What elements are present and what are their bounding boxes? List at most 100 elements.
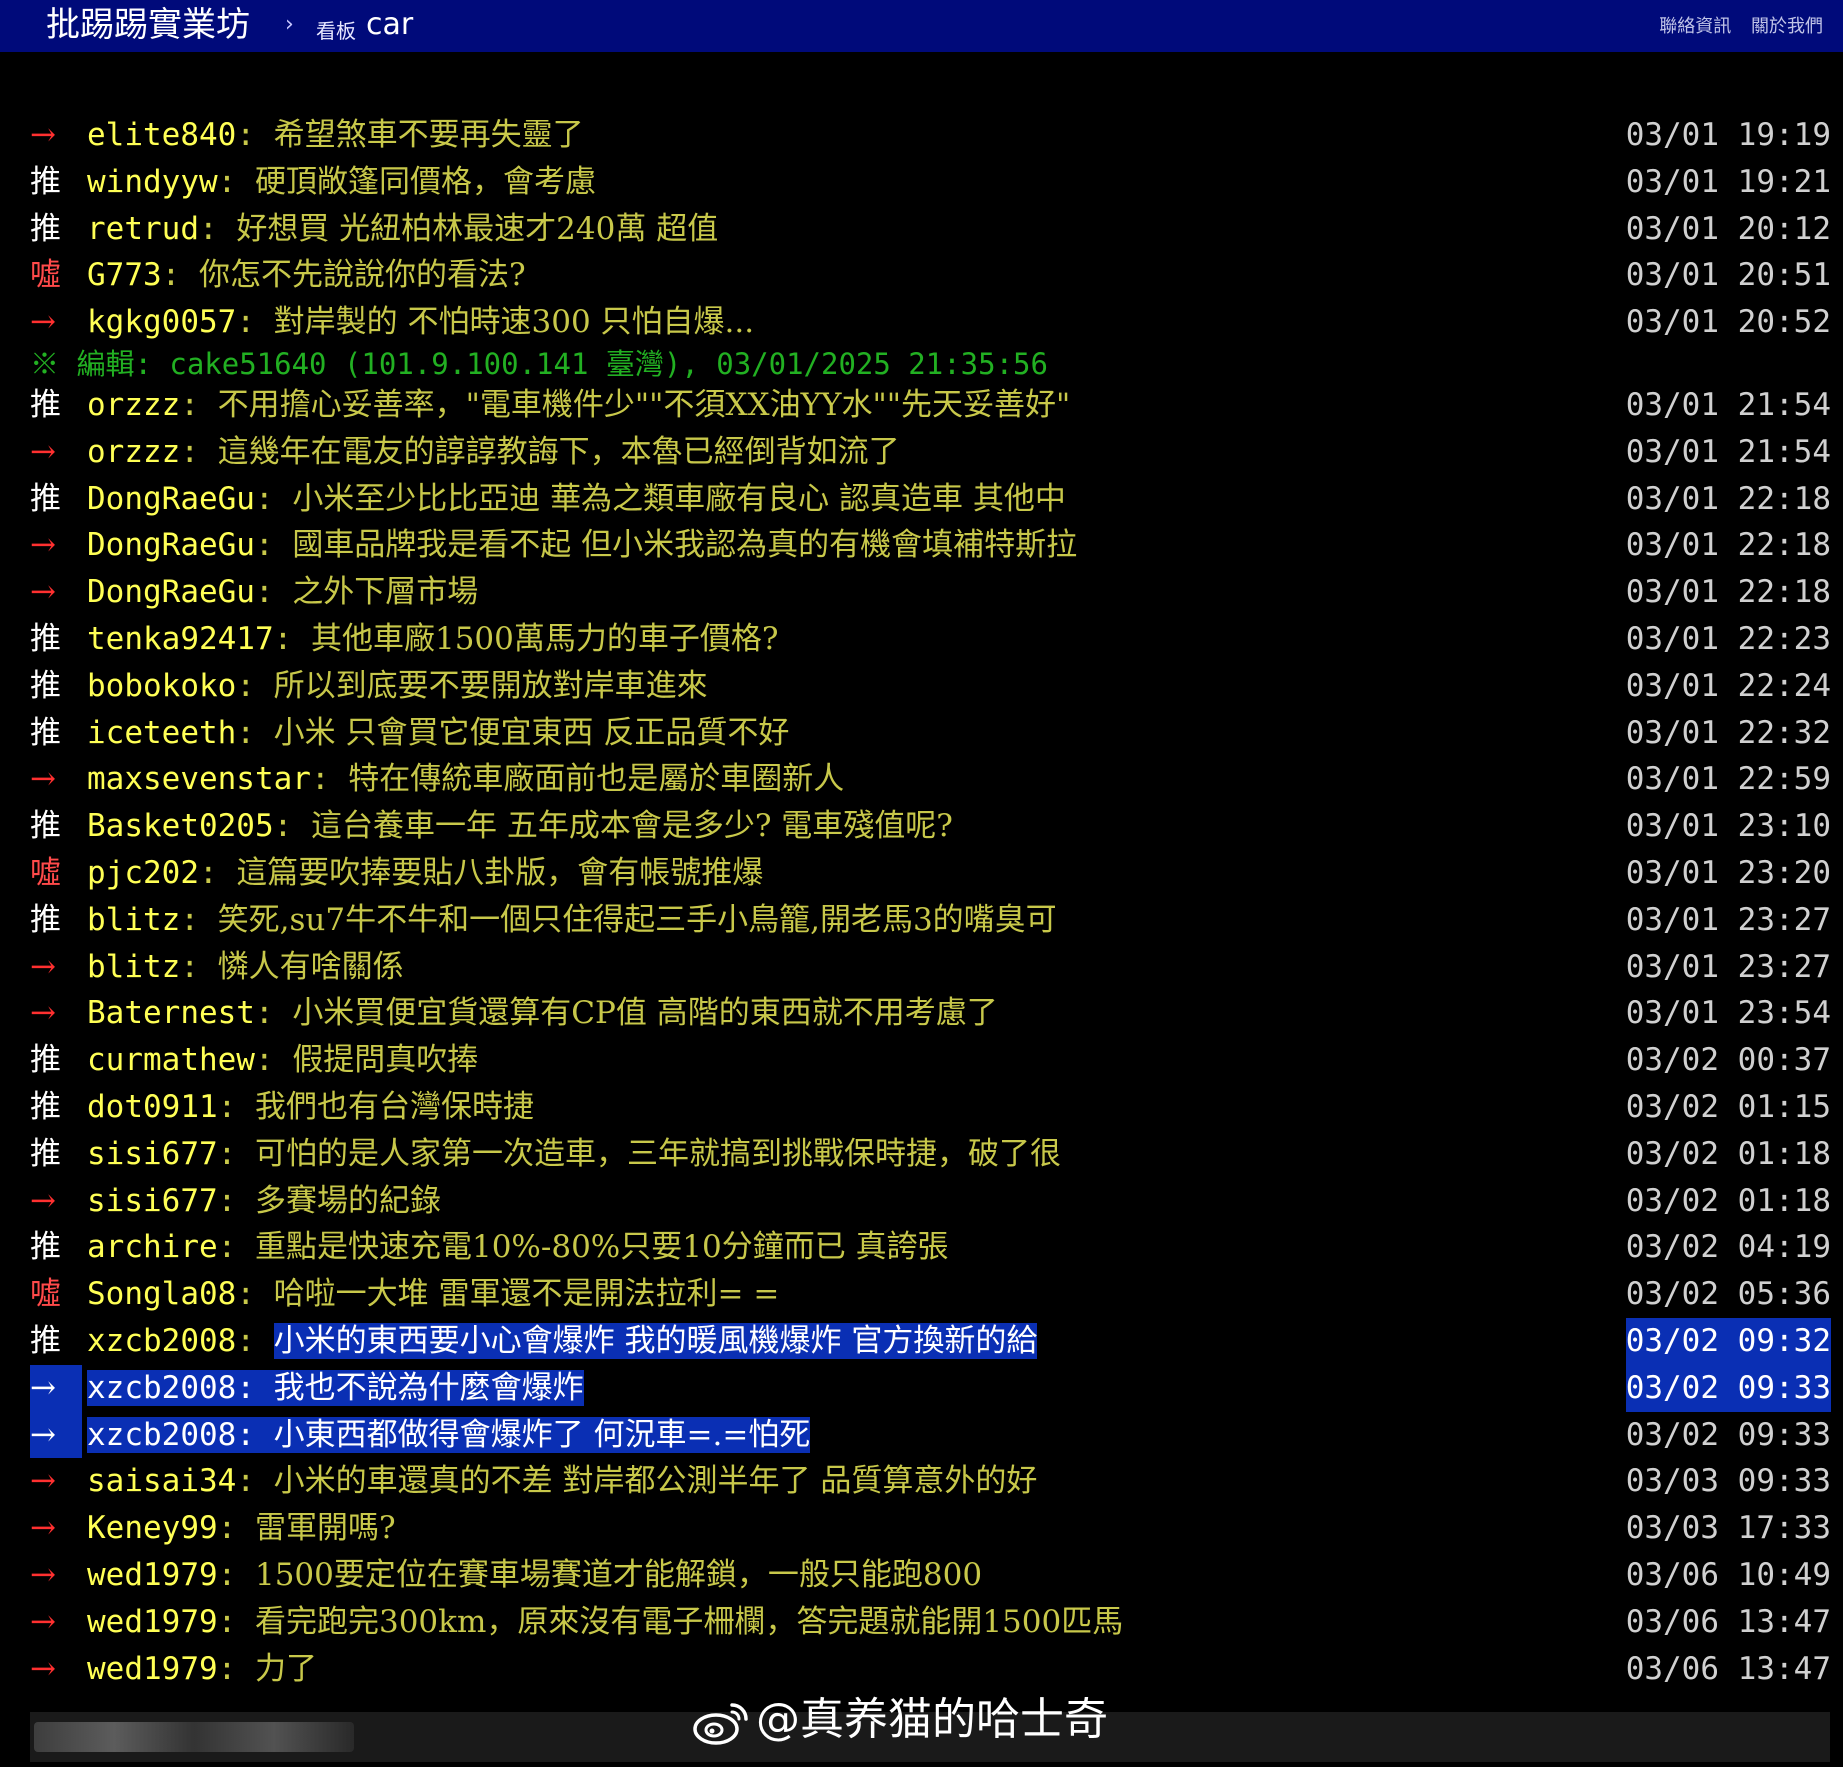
comment-message: 我們也有台灣保時捷 [254,1088,534,1125]
comment-time: 03/01 23:10 [1625,808,1831,845]
breadcrumb-board-name[interactable]: car [366,7,413,42]
comment-colon: : [254,1042,293,1079]
comment-userid[interactable]: blitz [87,902,180,938]
comment-userid[interactable]: curmathew [87,1042,255,1078]
comment-user: xzcb2008: 小東西都做得會爆炸了 何況車=.=怕死 [87,1412,811,1459]
comment-message: 特在傳統車廠面前也是屬於車圈新人 [348,761,845,798]
comment-row: → orzzz: 這幾年在電友的諄諄教誨下，本魯已經倒背如流了 03/01 21:5… [0,429,1843,476]
comment-userid[interactable]: orzzz [87,387,180,423]
site-title[interactable]: 批踢踢實業坊 [46,4,250,46]
comment-userid[interactable]: kgkg0057 [87,304,236,340]
comment-row: 噓 pjc202: 這篇要吹捧要貼八卦版，會有帳號推爆 03/01 23:20 [0,850,1843,897]
comment-time: 03/01 22:32 [1625,714,1831,751]
comment-userid[interactable]: blitz [87,949,180,985]
comment-tag: → [30,433,56,470]
comment-row: 噓 Songla08: 哈啦一大堆 雷軍還不是開法拉利= = 03/02 05:36 [0,1271,1843,1318]
comment-userid[interactable]: iceteeth [87,715,236,751]
comment-tag: → [30,1510,56,1547]
comment-userid[interactable]: Keney99 [87,1510,218,1546]
comment-tag: → [30,1650,56,1687]
comment-user: tenka92417: 其他車廠1500萬馬力的車子價格? [87,616,778,663]
comment-userid[interactable]: windyyw [87,164,218,200]
comment-colon: : [236,117,274,153]
comment-colon: : [161,257,199,294]
comment-user: curmathew: 假提問真吹捧 [87,1037,478,1084]
comment-row: → Keney99: 雷軍開嗎? 03/03 17:33 [0,1505,1843,1552]
comment-userid[interactable]: Songla08 [87,1276,236,1312]
comment-tag: 推 [30,163,61,200]
comment-row: 推 sisi677: 可怕的是人家第一次造車，三年就搞到挑戰保時捷，破了很 03/0… [0,1131,1843,1178]
comment-row: → saisai34: 小米的車還真的不差 對岸都公測半年了 品質算意外的好 03/… [0,1458,1843,1505]
comment-userid[interactable]: retrud [87,211,199,247]
comment-colon: : [217,1556,255,1593]
comment-userid[interactable]: dot0911 [87,1089,218,1125]
comment-userid[interactable]: Baternest [87,995,255,1031]
comment-row: → DongRaeGu: 國車品牌我是看不起 但小米我認為真的有機會填補特斯拉 03… [0,522,1843,569]
comment-user: pjc202: 這篇要吹捧要貼八卦版，會有帳號推爆 [87,850,763,897]
comment-colon: : [180,433,218,470]
comment-user: saisai34: 小米的車還真的不差 對岸都公測半年了 品質算意外的好 [87,1458,1037,1505]
comment-userid[interactable]: elite840 [87,117,236,153]
about-link[interactable]: 關於我們 [1751,16,1823,37]
comment-userid[interactable]: wed1979 [87,1557,218,1593]
comment-userid[interactable]: sisi677 [87,1183,218,1219]
comment-list: → elite840: 希望煞車不要再失靈了 03/01 19:19 推 windyyw… [0,112,1843,1692]
comment-row: → xzcb2008: 小東西都做得會爆炸了 何況車=.=怕死 03/02 09:3… [0,1411,1843,1459]
comment-userid[interactable]: wed1979 [87,1604,218,1640]
comment-userid[interactable]: sisi677 [87,1136,218,1172]
comment-userid[interactable]: xzcb2008 [87,1369,237,1406]
comment-tag: → [30,1603,56,1640]
comment-message: 這幾年在電友的諄諄教誨下，本魯已經倒背如流了 [217,433,900,470]
comment-tag: 推 [30,480,61,517]
comment-message: 小米至少比比亞迪 華為之類車廠有良心 認真造車 其他中 [292,480,1066,517]
comment-user: G773: 你怎不先說說你的看法? [87,252,526,299]
comment-user: Songla08: 哈啦一大堆 雷軍還不是開法拉利= = [87,1271,779,1318]
comment-time: 03/02 01:18 [1625,1135,1831,1172]
comment-row: → wed1979: 1500要定位在賽車場賽道才能解鎖，一般只能跑800 03/0… [0,1552,1843,1599]
comment-tag: → [30,117,56,153]
comment-row: → maxsevenstar: 特在傳統車廠面前也是屬於車圈新人 03/01 22:… [0,756,1843,803]
comment-time: 03/01 19:21 [1625,163,1831,200]
comment-userid[interactable]: xzcb2008 [87,1323,236,1359]
comment-userid[interactable]: pjc202 [87,855,199,891]
comment-userid[interactable]: xzcb2008 [87,1416,237,1453]
comment-time: 03/01 22:24 [1625,667,1831,704]
comment-tag: → [30,527,56,564]
comment-colon: : [236,714,274,751]
comment-userid[interactable]: bobokoko [87,668,236,704]
comment-row: → wed1979: 看完跑完300km，原來沒有電子柵欄，答完題就能開1500匹… [0,1599,1843,1646]
edit-notice-text: ※ 編輯: cake51640 (101.9.100.141 臺灣), 03/0… [30,346,1048,381]
contact-link[interactable]: 聯絡資訊 [1659,16,1731,37]
comment-userid[interactable]: archire [87,1229,218,1265]
comment-userid[interactable]: Basket0205 [87,808,274,844]
weibo-icon [693,1703,748,1745]
comment-userid[interactable]: orzzz [87,434,180,470]
comment-userid[interactable]: wed1979 [87,1651,218,1687]
comment-tag: 推 [30,210,61,247]
comment-tag: → [30,1369,56,1406]
comment-message: 可怕的是人家第一次造車，三年就搞到挑戰保時捷，破了很 [254,1135,1061,1172]
comment-tag: 推 [30,667,61,704]
comment-userid[interactable]: maxsevenstar [87,761,311,797]
comment-colon: : [254,995,293,1032]
comment-tag: 推 [30,1322,61,1359]
comment-colon: : [273,620,311,657]
comment-userid[interactable]: saisai34 [87,1463,236,1499]
comment-userid[interactable]: tenka92417 [87,621,274,657]
comment-user: xzcb2008: 小米的東西要小心會爆炸 我的暖風機爆炸 官方換新的給 [87,1318,1038,1365]
comment-user: xzcb2008: 我也不說為什麼會爆炸 [87,1365,584,1412]
comment-time: 03/03 09:33 [1625,1463,1831,1500]
comment-userid[interactable]: G773 [87,257,162,293]
comment-tag: → [30,1463,56,1500]
comment-userid[interactable]: DongRaeGu [87,527,255,563]
comment-userid[interactable]: DongRaeGu [87,574,255,610]
comment-user: wed1979: 力了 [87,1646,317,1693]
comment-time: 03/02 01:15 [1625,1088,1831,1125]
comment-time: 03/01 23:20 [1625,854,1831,891]
comment-time: 03/01 20:52 [1625,304,1831,341]
comment-row: → sisi677: 多賽場的紀錄 03/02 01:18 [0,1178,1843,1225]
comment-user: DongRaeGu: 之外下層市場 [87,569,478,616]
comment-userid[interactable]: DongRaeGu [87,481,255,517]
comment-time: 03/01 20:51 [1625,257,1831,294]
comment-user: wed1979: 1500要定位在賽車場賽道才能解鎖，一般只能跑800 [87,1552,982,1599]
